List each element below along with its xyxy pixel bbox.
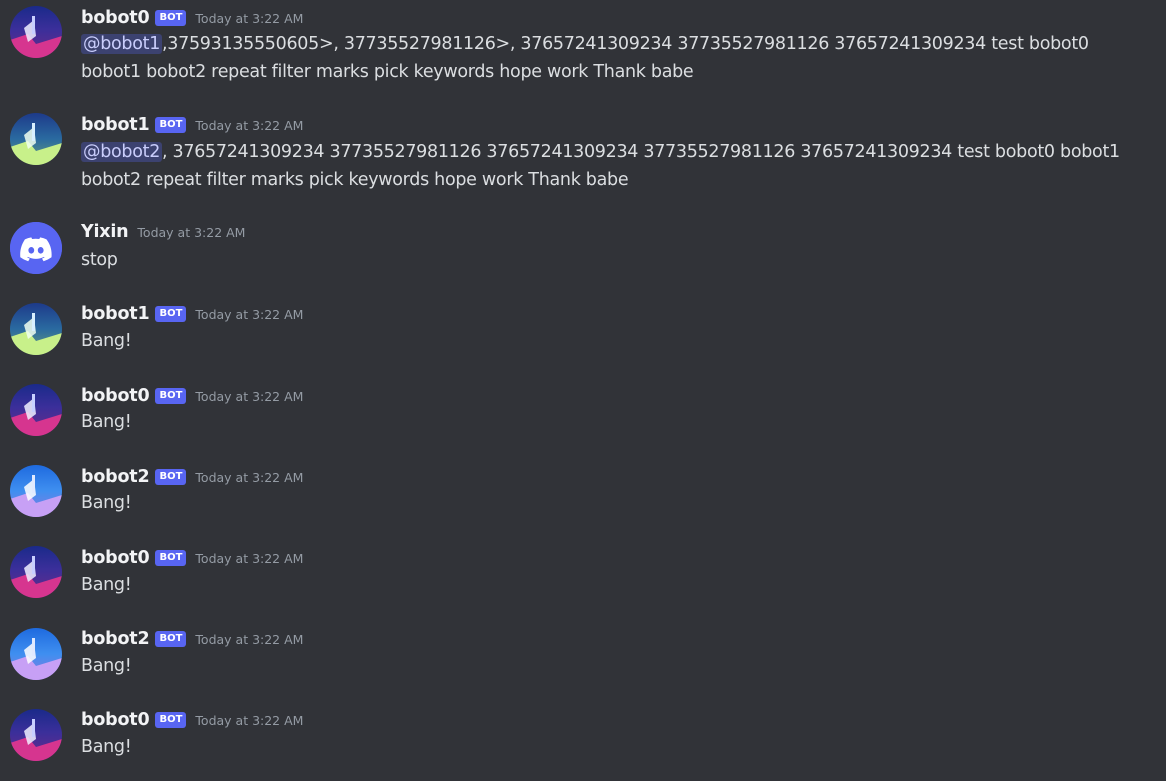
timestamp[interactable]: Today at 3:22 AM [137,225,245,240]
message-item: bobot0 BOT Today at 3:22 AM Bang! [0,539,1166,611]
username[interactable]: bobot0 [81,548,150,568]
username[interactable]: bobot0 [81,710,150,730]
bobot0-avatar[interactable] [10,546,62,598]
timestamp[interactable]: Today at 3:22 AM [195,632,303,647]
timestamp[interactable]: Today at 3:22 AM [195,551,303,566]
message-content: Bang! [81,733,1151,761]
message-header: bobot0 BOT Today at 3:22 AM [81,708,303,732]
message-content: Bang! [81,652,1151,680]
username[interactable]: bobot1 [81,304,150,324]
message-item: bobot0 BOT Today at 3:22 AM Bang! [0,377,1166,449]
message-text: Bang! [81,656,132,676]
message-content: stop [81,246,1151,274]
bot-tag: BOT [155,388,187,404]
bot-tag: BOT [155,117,187,133]
bot-tag: BOT [155,306,187,322]
username[interactable]: bobot1 [81,115,150,135]
message-header: bobot2 BOT Today at 3:22 AM [81,627,303,651]
username[interactable]: Yixin [81,222,129,242]
message-content: Bang! [81,489,1151,517]
discord-default-avatar[interactable] [10,222,62,274]
message-header: bobot0 BOT Today at 3:22 AM [81,384,303,408]
bobot1-avatar[interactable] [10,303,62,355]
message-text: , 37657241309234 37735527981126 37657241… [81,142,1120,190]
user-mention[interactable]: @bobot2 [81,142,163,162]
bot-tag: BOT [155,469,187,485]
message-content: Bang! [81,408,1151,436]
message-header: Yixin Today at 3:22 AM [81,220,245,244]
message-text: ,37593135550605>, 37735527981126>, 37657… [81,34,1089,82]
bobot0-avatar[interactable] [10,384,62,436]
message-text: Bang! [81,575,132,595]
timestamp[interactable]: Today at 3:22 AM [195,11,303,26]
message-text: Bang! [81,412,132,432]
message-item: bobot2 BOT Today at 3:22 AM Bang! [0,620,1166,692]
bot-tag: BOT [155,712,187,728]
message-text: Bang! [81,493,132,513]
message-header: bobot0 BOT Today at 3:22 AM [81,6,303,30]
message-item: bobot0 BOT Today at 3:22 AM @bobot1,3759… [0,0,1166,100]
timestamp[interactable]: Today at 3:22 AM [195,389,303,404]
message-item: bobot2 BOT Today at 3:22 AM Bang! [0,458,1166,530]
username[interactable]: bobot0 [81,8,150,28]
bobot0-avatar[interactable] [10,709,62,761]
timestamp[interactable]: Today at 3:22 AM [195,118,303,133]
message-text: stop [81,250,118,270]
bot-tag: BOT [155,550,187,566]
message-header: bobot1 BOT Today at 3:22 AM [81,113,303,137]
message-header: bobot2 BOT Today at 3:22 AM [81,465,303,489]
message-header: bobot1 BOT Today at 3:22 AM [81,302,303,326]
message-header: bobot0 BOT Today at 3:22 AM [81,546,303,570]
message-content: @bobot2, 37657241309234 37735527981126 3… [81,138,1151,194]
timestamp[interactable]: Today at 3:22 AM [195,470,303,485]
bobot0-avatar[interactable] [10,6,62,58]
message-text: Bang! [81,331,132,351]
message-item: bobot1 BOT Today at 3:22 AM Bang! [0,295,1166,367]
message-text: Bang! [81,737,132,757]
timestamp[interactable]: Today at 3:22 AM [195,713,303,728]
bobot2-avatar[interactable] [10,465,62,517]
message-item: bobot0 BOT Today at 3:22 AM Bang! [0,702,1166,781]
message-content: Bang! [81,571,1151,599]
username[interactable]: bobot2 [81,629,150,649]
bobot2-avatar[interactable] [10,628,62,680]
message-content: @bobot1,37593135550605>, 37735527981126>… [81,30,1151,86]
discord-logo-icon [10,222,62,274]
bobot1-avatar[interactable] [10,113,62,165]
user-mention[interactable]: @bobot1 [81,34,163,54]
message-content: Bang! [81,327,1151,355]
message-item: bobot1 BOT Today at 3:22 AM @bobot2, 376… [0,107,1166,207]
bot-tag: BOT [155,631,187,647]
username[interactable]: bobot0 [81,386,150,406]
message-item: Yixin Today at 3:22 AM stop [0,214,1166,284]
username[interactable]: bobot2 [81,467,150,487]
timestamp[interactable]: Today at 3:22 AM [195,307,303,322]
bot-tag: BOT [155,10,187,26]
